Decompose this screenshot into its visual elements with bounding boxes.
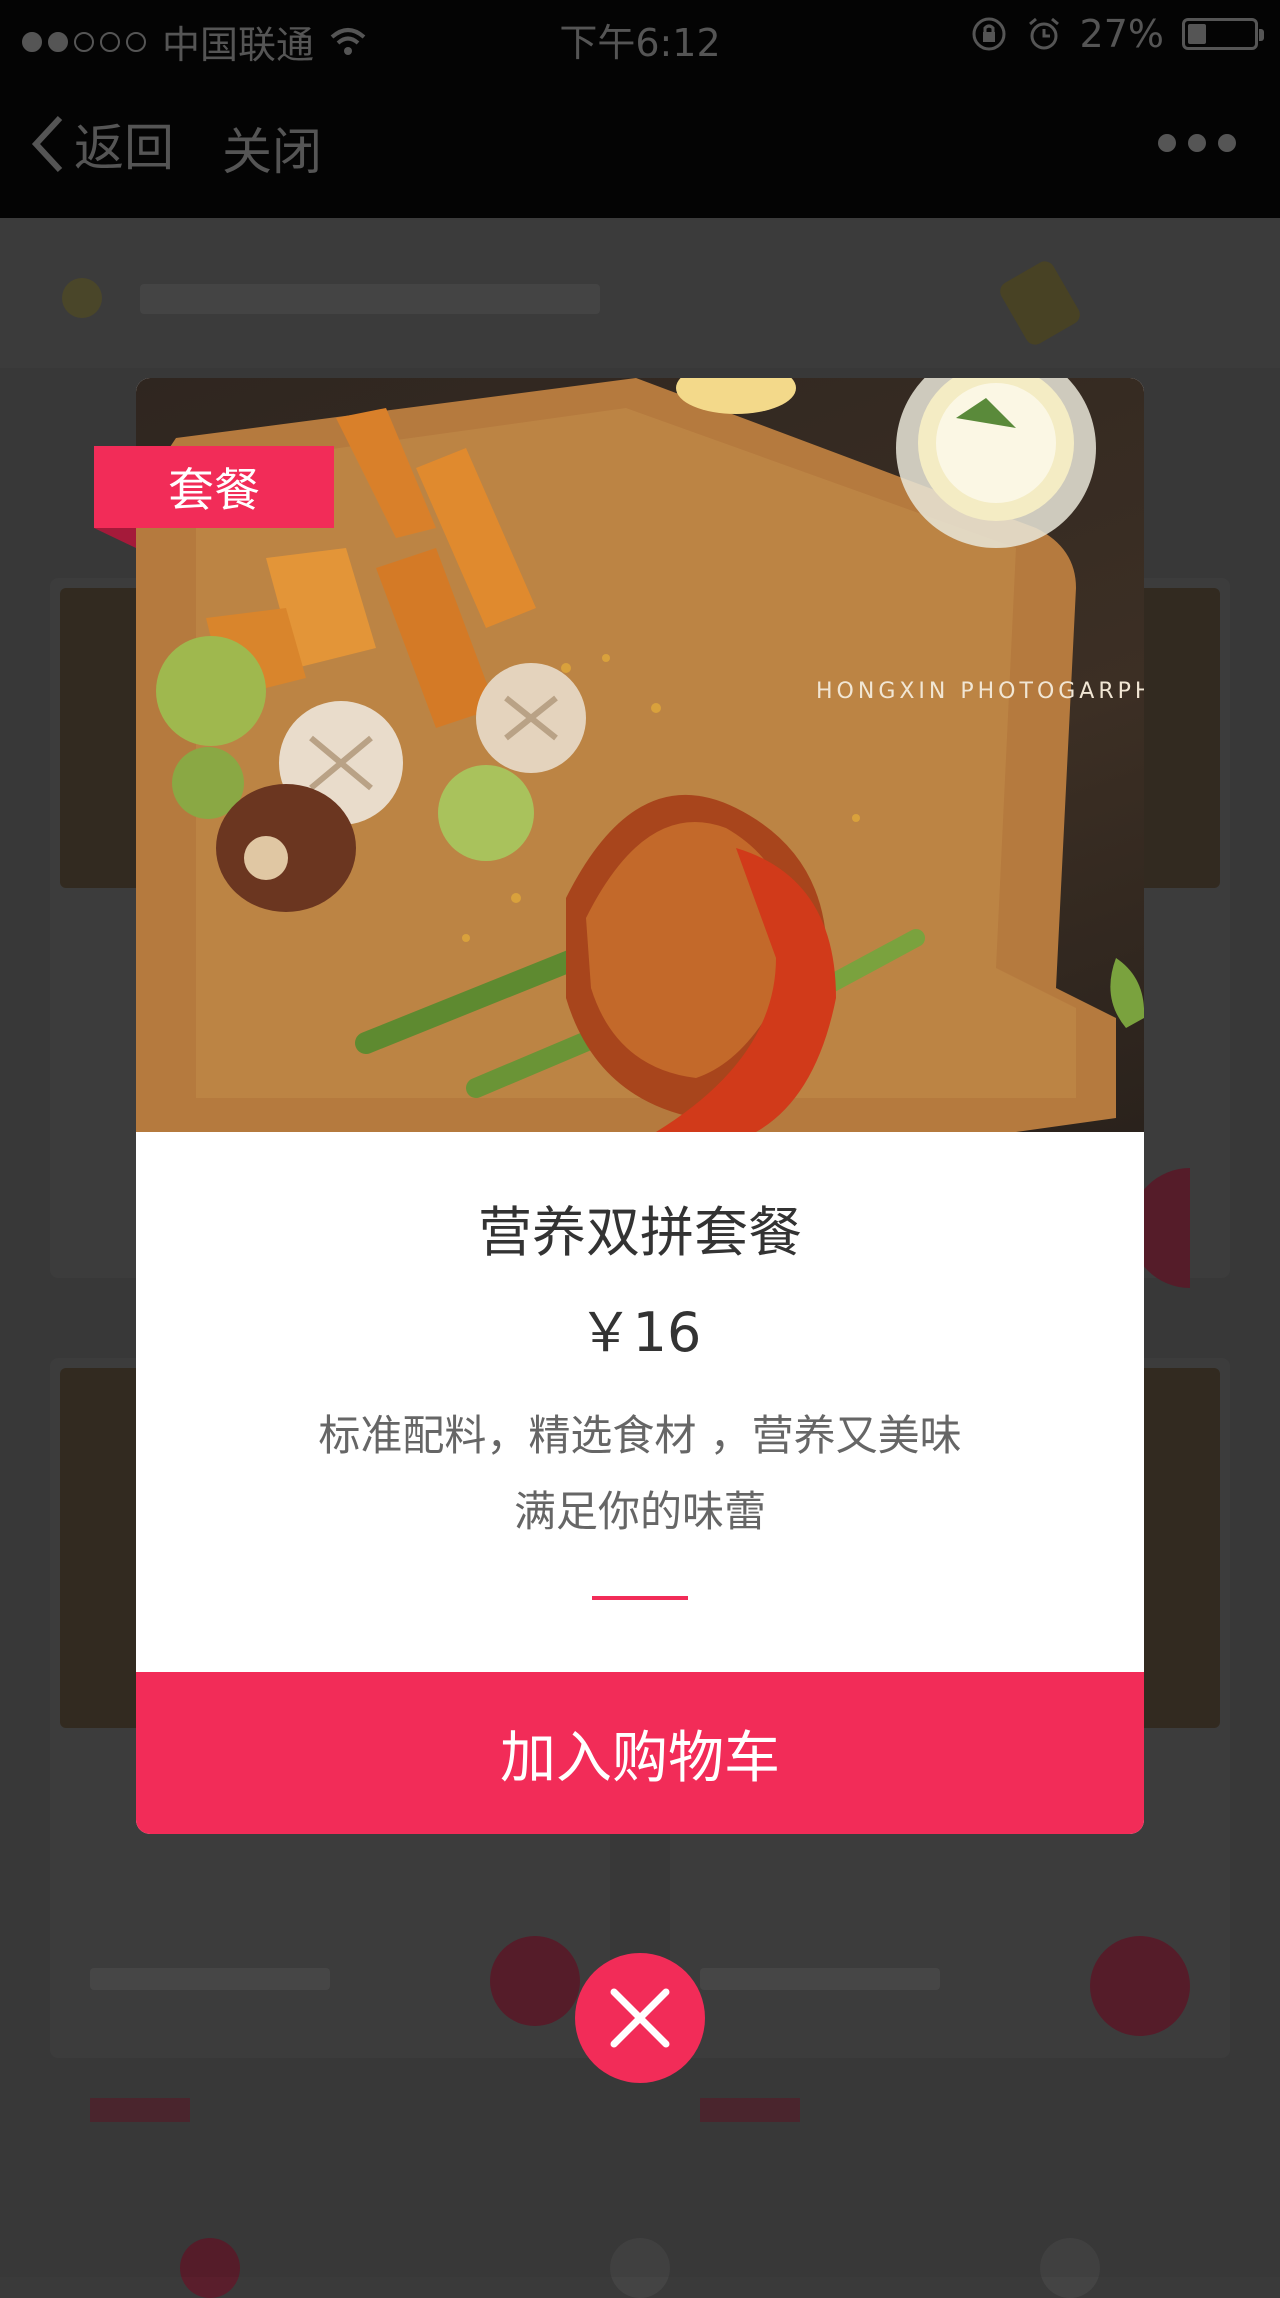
- description-line-1: 标准配料，精选食材 ，营养又美味: [318, 1411, 962, 1460]
- close-modal-button[interactable]: [575, 1953, 705, 2083]
- badge-ribbon-fold: [94, 528, 136, 548]
- add-to-cart-button[interactable]: 加入购物车: [136, 1672, 1144, 1834]
- product-detail-modal: HONGXIN PHOTOGARPH 套餐 营养双拼套餐 ￥16 标准配料，精选…: [94, 378, 1144, 1834]
- dish-description: 标准配料，精选食材 ，营养又美味 满足你的味蕾: [136, 1398, 1144, 1550]
- description-line-2: 满足你的味蕾: [513, 1487, 766, 1536]
- divider-line: [592, 1596, 688, 1600]
- dish-name: 营养双拼套餐: [478, 1201, 802, 1264]
- dish-price: ￥16: [578, 1301, 702, 1364]
- close-x-icon: [610, 1988, 670, 2048]
- photo-watermark: HONGXIN PHOTOGARPH: [816, 679, 1144, 704]
- combo-badge: 套餐: [94, 446, 334, 528]
